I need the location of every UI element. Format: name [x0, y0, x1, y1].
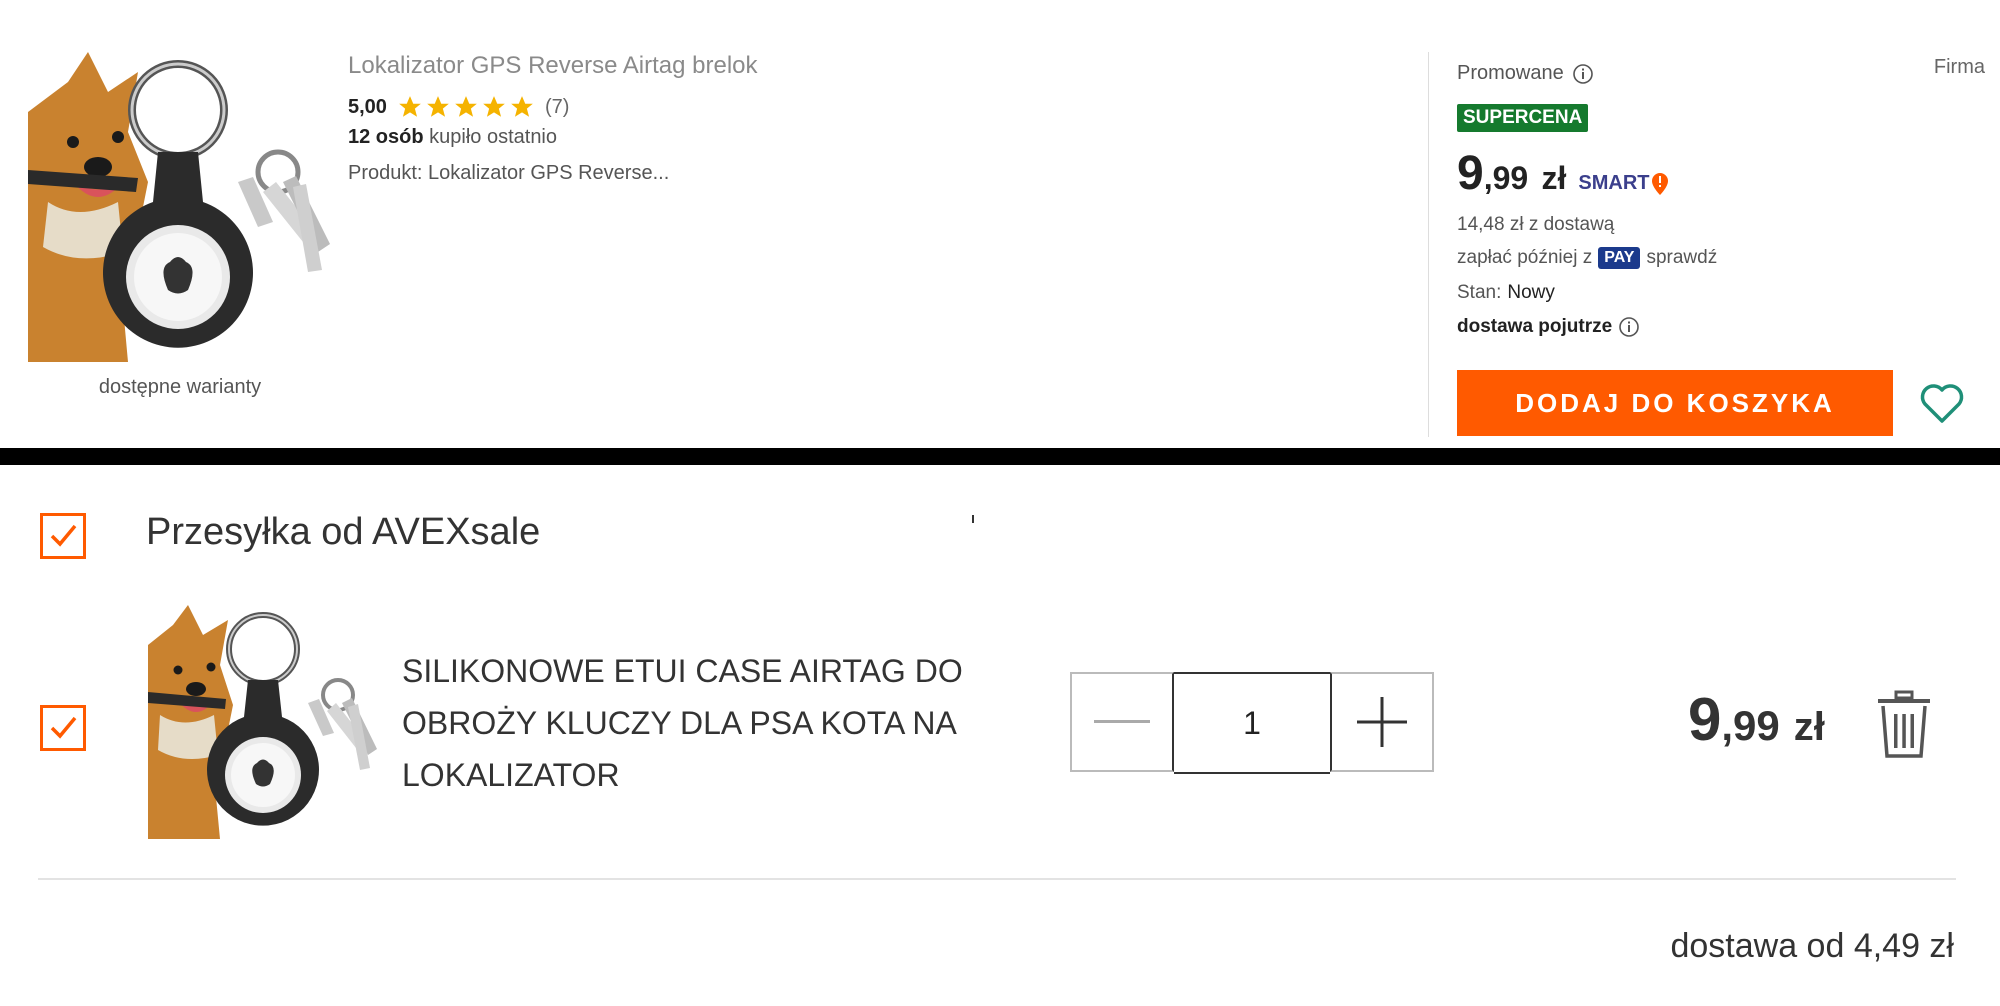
price-currency: zł [1541, 160, 1567, 196]
recent-purchases: 12 osób kupiło ostatnio [348, 126, 557, 149]
star-icon [511, 96, 533, 117]
star-icon [455, 96, 477, 117]
rating-count: (7) [544, 95, 570, 118]
star-icon [427, 96, 449, 117]
cursor-mark [972, 515, 974, 523]
cart-item-image[interactable] [148, 605, 380, 839]
condition-row: Stan: Nowy [1457, 282, 1555, 304]
condition-label: Stan: [1457, 282, 1502, 303]
promoted-label: Promowane [1457, 62, 1594, 85]
cart-price-integer: 9 [1688, 686, 1722, 753]
star-icon [483, 96, 505, 117]
cart-item-price: 9 ,99 zł [1688, 685, 1825, 754]
price-integer: 9 [1457, 147, 1484, 200]
recent-purchases-count: 12 osób [348, 126, 424, 148]
smart-pin-icon [1651, 172, 1668, 195]
pay-later-prefix: zapłać później z [1457, 247, 1593, 268]
price-decimal: ,99 [1483, 160, 1529, 196]
pay-later-check-link[interactable]: sprawdź [1646, 247, 1717, 269]
item-checkbox[interactable] [40, 705, 86, 751]
product-image[interactable] [28, 52, 332, 362]
cart-price-currency: zł [1793, 705, 1825, 749]
buy-box: Promowane Firma SUPERCENA 9,99 zł SMART … [1457, 0, 1997, 448]
price-with-delivery: 14,48 zł z dostawą [1457, 214, 1615, 235]
trash-icon[interactable] [1876, 690, 1932, 760]
add-to-cart-button[interactable]: DODAJ DO KOSZYKA [1457, 370, 1893, 436]
product-name-line: Produkt: Lokalizator GPS Reverse... [348, 162, 670, 184]
star-icon [399, 96, 421, 117]
checkmark-icon [50, 716, 77, 739]
checkmark-icon [50, 524, 77, 547]
info-icon[interactable] [1572, 63, 1594, 85]
pay-badge: PAY [1598, 247, 1641, 269]
supercena-badge: SUPERCENA [1457, 104, 1589, 132]
seller-heading: Przesyłka od AVEXsale [146, 511, 541, 553]
product-title[interactable]: Lokalizator GPS Reverse Airtag brelok [348, 52, 758, 80]
info-icon[interactable] [1618, 316, 1640, 338]
recent-purchases-text: kupiło ostatnio [429, 126, 558, 148]
rating-score: 5,00 [348, 95, 387, 118]
plus-icon [1357, 697, 1407, 747]
seller-type: Firma [1933, 56, 1985, 78]
column-divider [1428, 52, 1429, 437]
promoted-text: Promowane [1457, 62, 1564, 84]
cart-section: Przesyłka od AVEXsale SILIKONOWE ETUI CA… [0, 465, 2000, 1006]
cart-price-decimal: ,99 [1721, 702, 1780, 749]
available-variants-link[interactable]: dostępne warianty [28, 376, 332, 399]
delivery-cost: dostawa od 4,49 zł [1670, 927, 1954, 965]
section-separator [0, 448, 2000, 465]
pay-later-row: zapłać później z PAY sprawdź [1457, 247, 1717, 269]
quantity-input[interactable] [1174, 672, 1330, 774]
heart-icon[interactable] [1917, 378, 1967, 428]
price-row: 9,99 zł SMART [1457, 146, 1668, 201]
delivery-time-row: dostawa pojutrze [1457, 316, 1640, 338]
smart-badge: SMART [1578, 172, 1668, 195]
cart-item-title[interactable]: SILIKONOWE ETUI CASE AIRTAG DO OBROŻY KL… [402, 645, 1002, 801]
condition-value: Nowy [1507, 282, 1555, 303]
product-listing-card: dostępne warianty Lokalizator GPS Revers… [0, 0, 2000, 448]
delivery-time: dostawa pojutrze [1457, 316, 1613, 337]
cart-divider [38, 878, 1956, 880]
price: 9,99 zł [1457, 146, 1566, 201]
rating-stars [397, 94, 535, 120]
seller-checkbox[interactable] [40, 513, 86, 559]
minus-icon [1094, 720, 1150, 723]
smart-label: SMART [1578, 172, 1650, 194]
decrease-quantity-button[interactable] [1070, 672, 1174, 772]
increase-quantity-button[interactable] [1330, 672, 1434, 772]
rating-row: 5,00 (7) [348, 94, 569, 120]
quantity-stepper [1070, 672, 1434, 774]
